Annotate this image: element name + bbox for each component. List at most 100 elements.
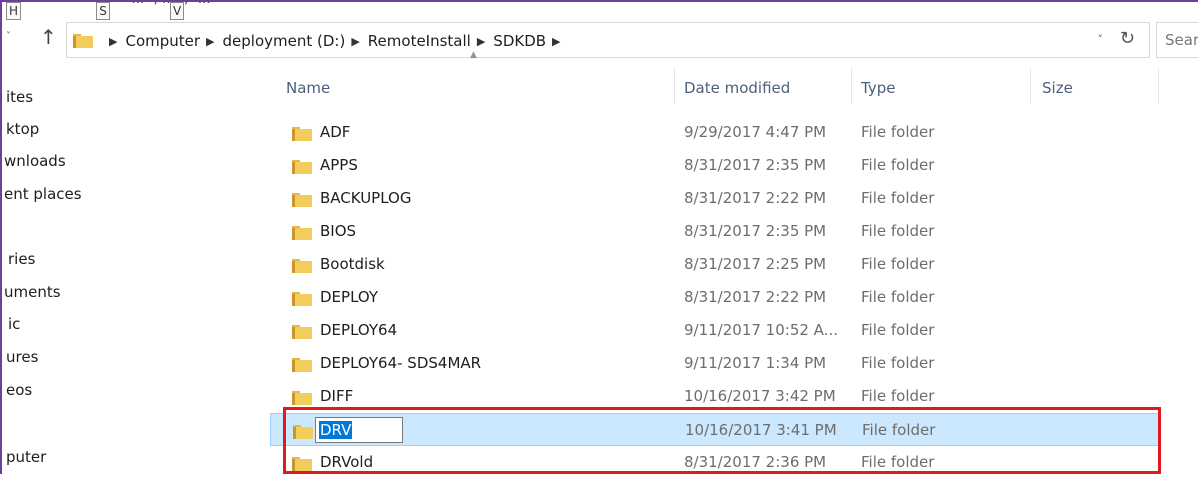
folder-icon [292, 290, 312, 306]
table-row[interactable]: DEPLOY 8/31/2017 2:22 PM File folder [270, 281, 1160, 314]
cell-type: File folder [861, 255, 935, 273]
sidebar-item-recent-places[interactable]: ent places [4, 185, 82, 203]
column-header-row: ▲ Name Date modified Type Size [270, 50, 1160, 104]
keytip-s[interactable]: S [96, 2, 110, 20]
folder-icon [292, 257, 312, 273]
cell-name: DEPLOY64- SDS4MAR [320, 354, 482, 372]
breadcrumb-deployment-drive[interactable]: deployment (D:) [223, 32, 346, 50]
cell-name: ADF [320, 123, 351, 141]
folder-icon [292, 323, 312, 339]
cell-date-modified: 8/31/2017 2:22 PM [684, 288, 827, 306]
table-row[interactable]: DIFF 10/16/2017 3:42 PM File folder [270, 380, 1160, 413]
cell-type: File folder [862, 421, 936, 439]
table-row[interactable]: DRVold 8/31/2017 2:36 PM File folder [270, 446, 1160, 479]
column-header-name[interactable]: Name [286, 64, 330, 104]
breadcrumb-arrow-icon[interactable]: ▶ [206, 35, 214, 48]
cell-name: BIOS [320, 222, 357, 240]
cell-type: File folder [861, 453, 935, 471]
column-divider[interactable] [674, 68, 675, 104]
sidebar-item-desktop[interactable]: ktop [6, 120, 39, 138]
cell-name: Bootdisk [320, 255, 385, 273]
cell-type: File folder [861, 189, 935, 207]
rename-input[interactable]: DRV [315, 417, 403, 443]
folder-icon [292, 455, 312, 471]
address-bar[interactable]: ▶ Computer ▶ deployment (D:) ▶ RemoteIns… [66, 22, 1150, 58]
column-divider[interactable] [1030, 68, 1031, 104]
breadcrumb: ▶ Computer ▶ deployment (D:) ▶ RemoteIns… [103, 30, 569, 52]
sidebar-item-documents[interactable]: uments [4, 283, 61, 301]
ribbon-strip: ‹ … ›, … ›, ›… H S V [2, 2, 1198, 20]
folder-icon [292, 158, 312, 174]
folder-icon [292, 356, 312, 372]
folder-icon [292, 191, 312, 207]
table-row[interactable]: BIOS 8/31/2017 2:35 PM File folder [270, 215, 1160, 248]
cell-type: File folder [861, 156, 935, 174]
search-input[interactable]: Searc [1156, 22, 1198, 58]
cell-type: File folder [861, 354, 935, 372]
folder-icon [293, 423, 313, 439]
sort-ascending-icon: ▲ [470, 50, 477, 60]
recent-locations-dropdown-icon[interactable]: ˅ [6, 31, 11, 42]
cell-date-modified: 8/31/2017 2:25 PM [684, 255, 827, 273]
cell-date-modified: 8/31/2017 2:35 PM [684, 156, 827, 174]
table-row[interactable]: APPS 8/31/2017 2:35 PM File folder [270, 149, 1160, 182]
cell-name: DIFF [320, 387, 354, 405]
table-row-selected[interactable]: DRV 10/16/2017 3:41 PM File folder [270, 413, 1160, 446]
cell-type: File folder [861, 123, 935, 141]
cell-date-modified: 9/11/2017 10:52 A... [684, 321, 838, 339]
navigation-pane: ites ktop wnloads ent places ries uments… [2, 64, 82, 474]
keytip-v[interactable]: V [170, 2, 185, 20]
keytip-h[interactable]: H [6, 2, 22, 20]
table-row[interactable]: Bootdisk 8/31/2017 2:25 PM File folder [270, 248, 1160, 281]
cell-name: APPS [320, 156, 358, 174]
breadcrumb-arrow-icon[interactable]: ▶ [109, 35, 117, 48]
sidebar-item-favorites[interactable]: ites [6, 88, 33, 106]
search-placeholder: Searc [1165, 31, 1198, 49]
up-arrow-icon[interactable]: ↑ [40, 25, 57, 49]
column-divider[interactable] [1158, 68, 1159, 104]
refresh-icon[interactable]: ↻ [1120, 28, 1135, 49]
cell-type: File folder [861, 387, 935, 405]
sidebar-item-music[interactable]: ic [8, 315, 20, 333]
cell-date-modified: 8/31/2017 2:36 PM [684, 453, 827, 471]
folder-icon [292, 224, 312, 240]
folder-icon [73, 34, 93, 48]
ribbon-partial-text: ‹ … ›, … ›, ›… [122, 2, 211, 7]
column-divider[interactable] [851, 68, 852, 104]
column-header-type[interactable]: Type [861, 64, 895, 104]
sidebar-item-pictures[interactable]: ures [6, 348, 38, 366]
breadcrumb-computer[interactable]: Computer [125, 32, 200, 50]
cell-type: File folder [861, 222, 935, 240]
cell-date-modified: 9/11/2017 1:34 PM [684, 354, 827, 372]
table-row[interactable]: DEPLOY64 9/11/2017 10:52 A... File folder [270, 314, 1160, 347]
breadcrumb-arrow-icon[interactable]: ▶ [351, 35, 359, 48]
cell-type: File folder [861, 288, 935, 306]
table-row[interactable]: DEPLOY64- SDS4MAR 9/11/2017 1:34 PM File f… [270, 347, 1160, 380]
sidebar-item-libraries[interactable]: ries [8, 250, 35, 268]
cell-date-modified: 9/29/2017 4:47 PM [684, 123, 827, 141]
cell-date-modified: 8/31/2017 2:35 PM [684, 222, 827, 240]
rename-selected-text: DRV [319, 421, 353, 439]
table-row[interactable]: BACKUPLOG 8/31/2017 2:22 PM File folder [270, 182, 1160, 215]
cell-name: BACKUPLOG [320, 189, 412, 207]
cell-name: DEPLOY64 [320, 321, 398, 339]
cell-name: DRVold [320, 453, 374, 471]
column-header-date-modified[interactable]: Date modified [684, 64, 790, 104]
column-header-size[interactable]: Size [1042, 64, 1073, 104]
folder-icon [292, 389, 312, 405]
cell-date-modified: 10/16/2017 3:42 PM [684, 387, 836, 405]
cell-date-modified: 10/16/2017 3:41 PM [685, 421, 837, 439]
breadcrumb-sdkdb[interactable]: SDKDB [493, 32, 546, 50]
breadcrumb-remoteinstall[interactable]: RemoteInstall [368, 32, 471, 50]
sidebar-item-computer[interactable]: puter [6, 448, 46, 466]
breadcrumb-arrow-icon[interactable]: ▶ [552, 35, 560, 48]
table-row[interactable]: ADF 9/29/2017 4:47 PM File folder [270, 116, 1160, 149]
chevron-down-icon[interactable]: ˅ [1098, 33, 1104, 46]
folder-icon [292, 125, 312, 141]
address-row: ˅ ↑ ▶ Computer ▶ deployment (D:) ▶ Remot… [2, 22, 1198, 60]
cell-name: DEPLOY [320, 288, 379, 306]
sidebar-item-downloads[interactable]: wnloads [4, 152, 66, 170]
breadcrumb-arrow-icon[interactable]: ▶ [477, 35, 485, 48]
cell-date-modified: 8/31/2017 2:22 PM [684, 189, 827, 207]
sidebar-item-videos[interactable]: eos [6, 381, 32, 399]
